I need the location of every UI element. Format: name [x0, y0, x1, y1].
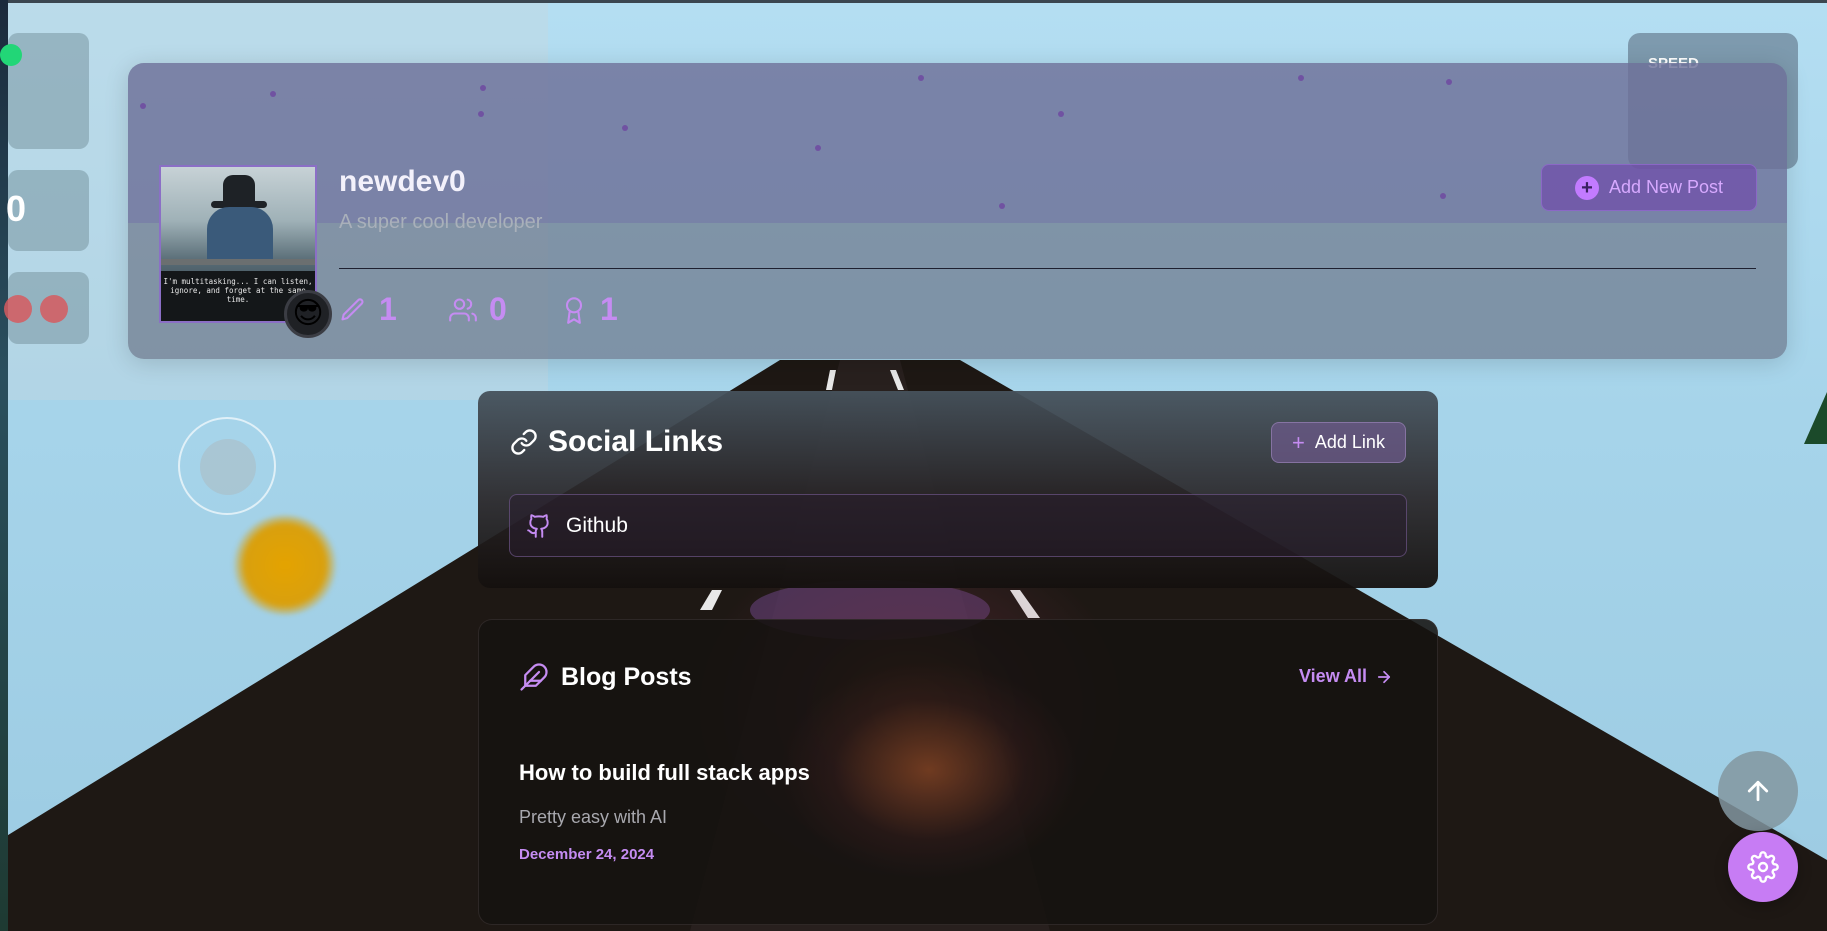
link-icon [511, 429, 537, 455]
profile-username: newdev0 [339, 165, 466, 198]
left-edge-strip [0, 0, 8, 931]
social-links-card: Social Links + Add Link Github [478, 391, 1438, 588]
score-value: 0 [6, 188, 27, 229]
blog-posts-heading: Blog Posts [519, 662, 692, 692]
joystick-knob[interactable] [200, 439, 256, 495]
stat-posts-value: 1 [379, 291, 397, 327]
social-links-title: Social Links [548, 425, 724, 458]
stat-followers-value: 0 [489, 291, 507, 327]
coin-icon [232, 515, 338, 615]
social-links-heading: Social Links [510, 425, 723, 459]
stat-posts[interactable]: 1 [339, 291, 397, 328]
tree-icon [1804, 392, 1827, 444]
users-icon [449, 297, 477, 322]
social-link-github[interactable]: Github [509, 494, 1407, 557]
blog-post-title[interactable]: How to build full stack apps [519, 760, 810, 786]
arrow-right-icon [1377, 670, 1391, 683]
profile-divider [339, 268, 1756, 269]
stat-followers[interactable]: 0 [449, 291, 507, 328]
blog-post-excerpt: Pretty easy with AI [519, 807, 668, 827]
life-heart-icon [4, 295, 32, 323]
status-dot-icon [0, 44, 22, 66]
blog-posts-card: Blog Posts View All How to build full st… [478, 619, 1438, 925]
profile-card: I'm multitasking... I can listen, ignore… [128, 63, 1787, 359]
scroll-to-top-button[interactable] [1718, 751, 1798, 831]
arrow-up-icon [1747, 780, 1769, 802]
feather-icon [520, 663, 548, 691]
view-all-link[interactable]: View All [1299, 666, 1393, 687]
profile-bio: A super cool developer [339, 211, 543, 233]
add-new-post-label: Add New Post [1608, 177, 1724, 197]
blog-post-date: December 24, 2024 [519, 846, 655, 863]
plus-circle-icon: + [1574, 175, 1599, 200]
stat-achievements[interactable]: 1 [560, 291, 618, 328]
blog-posts-title: Blog Posts [561, 662, 692, 691]
virtual-joystick[interactable] [178, 417, 276, 515]
add-link-label: Add Link [1314, 432, 1385, 452]
view-all-label: View All [1299, 666, 1368, 686]
github-icon [527, 513, 549, 538]
settings-button[interactable] [1728, 832, 1798, 902]
stat-achievements-value: 1 [600, 291, 618, 327]
window-topbar [0, 0, 1827, 3]
award-icon [565, 296, 583, 324]
status-emoji-badge[interactable]: 😎 [284, 290, 332, 338]
add-link-button[interactable]: + Add Link [1271, 422, 1406, 463]
profile-header-tint [128, 63, 1787, 223]
pencil-icon [341, 297, 364, 320]
life-heart-icon [40, 295, 68, 323]
add-new-post-button[interactable]: + Add New Post [1541, 164, 1757, 211]
gear-icon [1747, 851, 1779, 883]
score-panel: 0 [6, 170, 89, 251]
plus-icon: + [1292, 429, 1305, 455]
social-link-label: Github [566, 513, 628, 537]
